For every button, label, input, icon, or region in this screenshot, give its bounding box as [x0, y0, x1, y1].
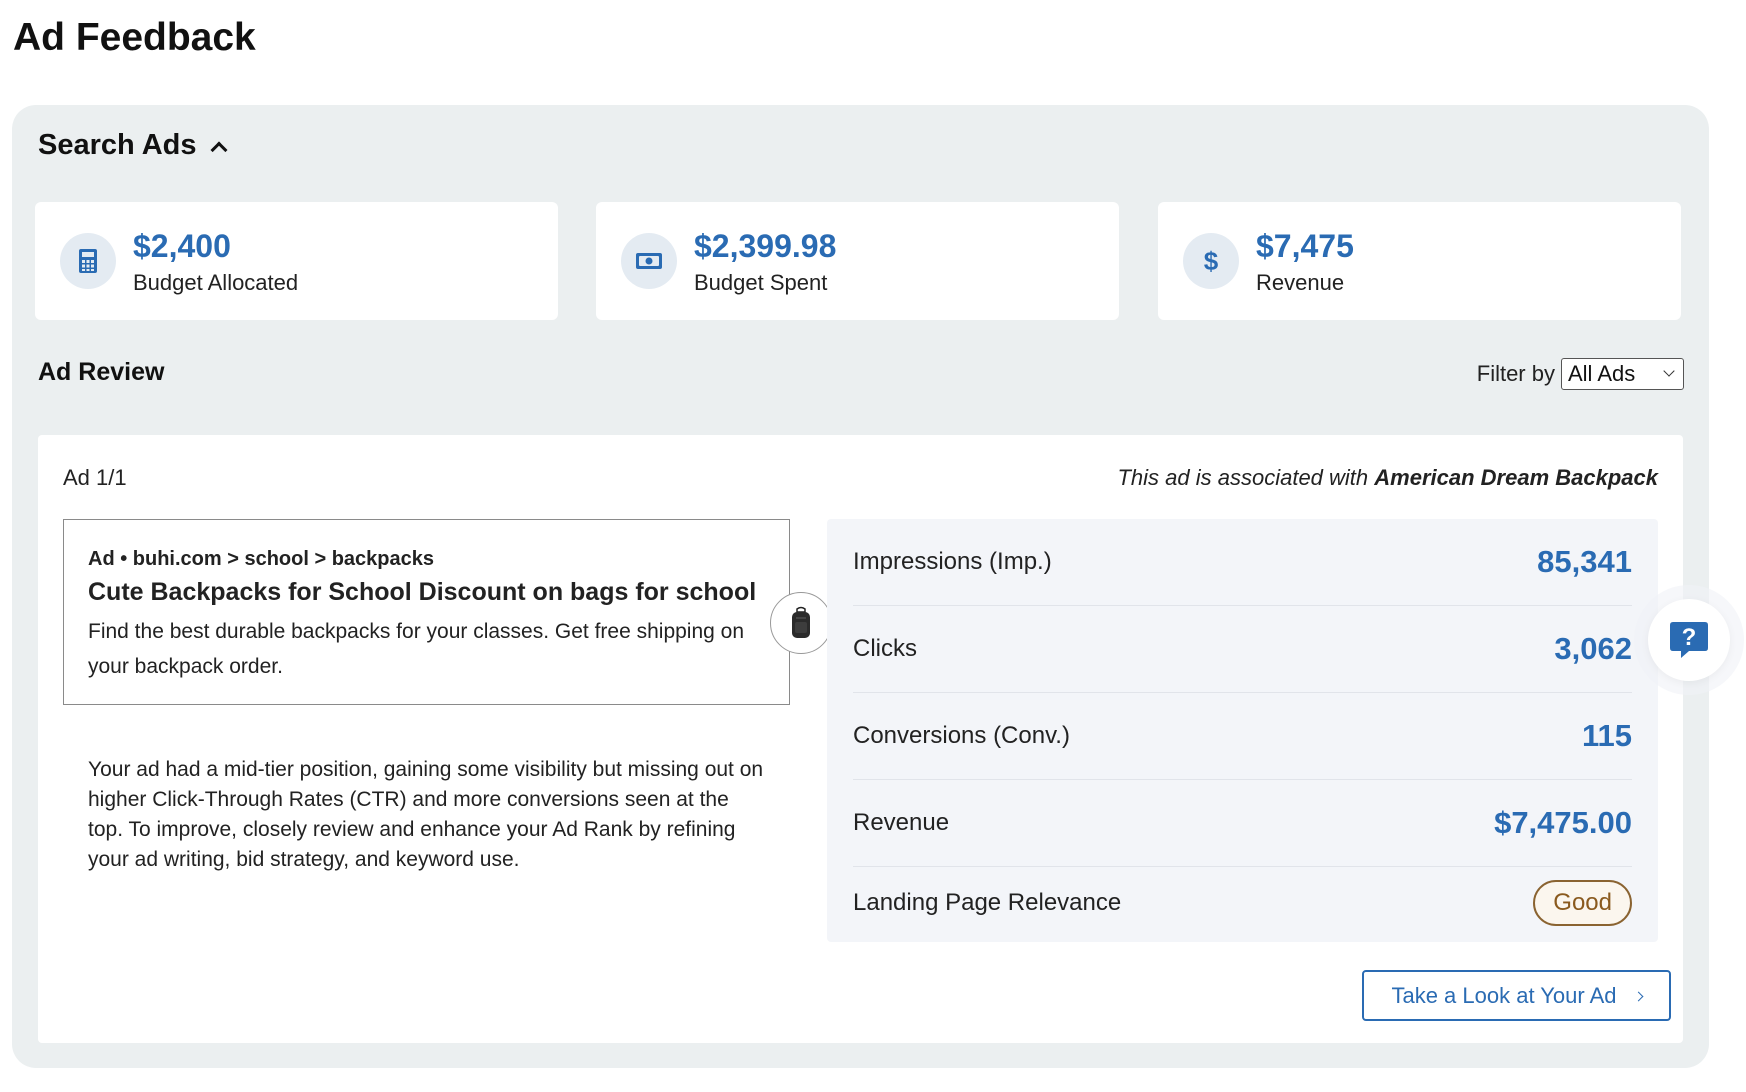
- take-a-look-label: Take a Look at Your Ad: [1391, 982, 1617, 1008]
- status-badge: Good: [1533, 879, 1632, 926]
- chevron-up-icon[interactable]: [210, 141, 227, 158]
- take-a-look-button[interactable]: Take a Look at Your Ad: [1362, 970, 1671, 1021]
- metric-label: Impressions (Imp.): [853, 548, 1052, 575]
- help-button[interactable]: ?: [1648, 599, 1730, 681]
- ad-association-product: American Dream Backpack: [1374, 465, 1658, 490]
- ad-insight: Your ad had a mid-tier position, gaining…: [88, 758, 764, 871]
- page-title: Ad Feedback: [13, 16, 256, 59]
- ad-association-prefix: This ad is associated with: [1117, 465, 1369, 490]
- ad-url-line: Ad • buhi.com > school > backpacks: [88, 548, 434, 570]
- stat-label: Budget Spent: [694, 270, 828, 295]
- metric-value: 115: [1581, 718, 1632, 753]
- metric-label: Clicks: [853, 635, 917, 662]
- backpack-icon: [792, 606, 810, 638]
- ad-description: Find the best durable backpacks for your…: [88, 620, 745, 678]
- stat-label: Revenue: [1256, 270, 1345, 295]
- metric-row-impressions: Impressions (Imp.) 85,341: [853, 519, 1632, 606]
- stat-value: $7,475: [1256, 228, 1354, 264]
- stat-value: $2,399.98: [694, 228, 837, 264]
- metrics-panel: Impressions (Imp.) 85,341 Clicks 3,062 C…: [827, 519, 1658, 942]
- metric-value: $7,475.00: [1494, 805, 1632, 840]
- metric-value: 3,062: [1554, 631, 1632, 666]
- help-chat-icon: ?: [1670, 622, 1708, 658]
- chevron-right-icon: [1633, 991, 1643, 1002]
- svg-text:$: $: [1204, 246, 1219, 276]
- ad-preview: Ad • buhi.com > school > backpacks Cute …: [63, 519, 832, 705]
- search-ads-panel: Search Ads $2,400 Budget Allocated $2,39…: [12, 105, 1709, 1068]
- ad-association: This ad is associated with American Drea…: [1117, 465, 1658, 491]
- metric-label: Conversions (Conv.): [853, 722, 1070, 749]
- metric-row-clicks: Clicks 3,062: [853, 606, 1632, 693]
- metric-row-landing-page-relevance: Landing Page Relevance Good: [853, 859, 1632, 946]
- ad-headline: Cute Backpacks for School Discount on ba…: [88, 578, 757, 606]
- ad-review-card: Ad 1/1 This ad is associated with Americ…: [38, 435, 1683, 1043]
- filter-select[interactable]: All Ads: [1561, 358, 1684, 390]
- svg-text:?: ?: [1682, 624, 1697, 651]
- metric-value: 85,341: [1537, 544, 1632, 579]
- metric-row-conversions: Conversions (Conv.) 115: [853, 693, 1632, 780]
- page: Ad Feedback Search Ads $2,400 Budget All…: [0, 0, 1746, 1092]
- dollar-icon: $: [1183, 233, 1239, 289]
- filter-select-value: All Ads: [1568, 361, 1636, 386]
- stat-label: Budget Allocated: [133, 270, 299, 295]
- stat-card-revenue: $ $7,475 Revenue: [1158, 202, 1681, 320]
- stat-card-budget-spent: $2,399.98 Budget Spent: [596, 202, 1119, 320]
- filter-label: Filter by: [1476, 361, 1555, 386]
- banknote-icon: [621, 233, 677, 289]
- calculator-icon: [60, 233, 116, 289]
- section-title: Search Ads: [38, 129, 197, 161]
- backpack-thumbnail: [770, 592, 832, 654]
- chevron-down-icon: [1663, 365, 1675, 377]
- ad-review-title: Ad Review: [38, 358, 165, 386]
- section-header[interactable]: Search Ads: [38, 129, 227, 162]
- metric-row-revenue: Revenue $7,475.00: [853, 780, 1632, 867]
- metric-label: Revenue: [853, 809, 950, 836]
- filter: Filter by All Ads: [1477, 358, 1684, 390]
- stat-card-budget-allocated: $2,400 Budget Allocated: [35, 202, 558, 320]
- metric-label: Landing Page Relevance: [853, 888, 1122, 916]
- ad-count: Ad 1/1: [63, 465, 127, 490]
- stat-value: $2,400: [133, 228, 231, 264]
